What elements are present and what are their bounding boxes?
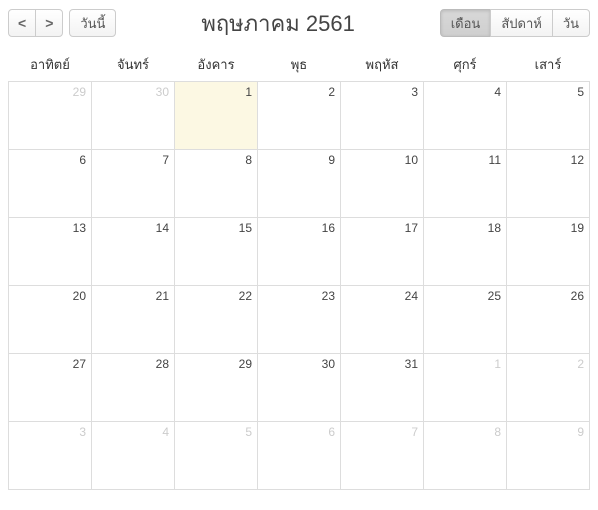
calendar-week: 3456789 xyxy=(9,422,590,490)
day-header: จันทร์ xyxy=(92,48,175,82)
calendar-day[interactable]: 11 xyxy=(424,150,507,218)
calendar-day[interactable]: 22 xyxy=(175,286,258,354)
day-header: เสาร์ xyxy=(507,48,590,82)
calendar-day[interactable]: 13 xyxy=(9,218,92,286)
calendar-day[interactable]: 1 xyxy=(175,82,258,150)
calendar-day[interactable]: 2 xyxy=(258,82,341,150)
calendar-day[interactable]: 5 xyxy=(175,422,258,490)
calendar-day[interactable]: 5 xyxy=(507,82,590,150)
calendar-day[interactable]: 9 xyxy=(507,422,590,490)
calendar-week: 20212223242526 xyxy=(9,286,590,354)
calendar-day[interactable]: 9 xyxy=(258,150,341,218)
calendar-day[interactable]: 7 xyxy=(92,150,175,218)
calendar-day[interactable]: 12 xyxy=(507,150,590,218)
calendar-day[interactable]: 24 xyxy=(341,286,424,354)
calendar-day[interactable]: 31 xyxy=(341,354,424,422)
calendar-day[interactable]: 4 xyxy=(92,422,175,490)
calendar-day[interactable]: 27 xyxy=(9,354,92,422)
calendar-day[interactable]: 21 xyxy=(92,286,175,354)
calendar-day[interactable]: 4 xyxy=(424,82,507,150)
calendar-week: 6789101112 xyxy=(9,150,590,218)
day-header: พฤหัส xyxy=(341,48,424,82)
calendar-day[interactable]: 29 xyxy=(9,82,92,150)
calendar-day[interactable]: 23 xyxy=(258,286,341,354)
prev-button[interactable]: < xyxy=(8,9,36,37)
calendar-day[interactable]: 16 xyxy=(258,218,341,286)
calendar-title: พฤษภาคม 2561 xyxy=(116,6,439,41)
calendar-day[interactable]: 15 xyxy=(175,218,258,286)
calendar-day[interactable]: 6 xyxy=(9,150,92,218)
calendar-day[interactable]: 3 xyxy=(341,82,424,150)
view-week-button[interactable]: สัปดาห์ xyxy=(490,9,553,37)
calendar-toolbar: < > วันนี้ พฤษภาคม 2561 เดือน สัปดาห์ วั… xyxy=(8,8,590,38)
calendar-week: 293012345 xyxy=(9,82,590,150)
calendar-week: 13141516171819 xyxy=(9,218,590,286)
view-day-button[interactable]: วัน xyxy=(552,9,590,37)
view-buttons: เดือน สัปดาห์ วัน xyxy=(440,9,590,37)
calendar-day[interactable]: 8 xyxy=(175,150,258,218)
view-month-button[interactable]: เดือน xyxy=(440,9,492,37)
day-header: ศุกร์ xyxy=(424,48,507,82)
calendar-day[interactable]: 25 xyxy=(424,286,507,354)
calendar-day[interactable]: 20 xyxy=(9,286,92,354)
calendar-day[interactable]: 2 xyxy=(507,354,590,422)
nav-buttons: < > xyxy=(8,9,63,37)
day-header: พุธ xyxy=(258,48,341,82)
calendar-week: 272829303112 xyxy=(9,354,590,422)
calendar-day[interactable]: 14 xyxy=(92,218,175,286)
calendar-day[interactable]: 18 xyxy=(424,218,507,286)
calendar-day[interactable]: 3 xyxy=(9,422,92,490)
today-button[interactable]: วันนี้ xyxy=(69,9,116,37)
next-button[interactable]: > xyxy=(35,9,63,37)
day-header: อาทิตย์ xyxy=(9,48,92,82)
calendar-day[interactable]: 10 xyxy=(341,150,424,218)
calendar-day[interactable]: 1 xyxy=(424,354,507,422)
calendar-day[interactable]: 30 xyxy=(92,82,175,150)
calendar-day[interactable]: 29 xyxy=(175,354,258,422)
calendar-day[interactable]: 28 xyxy=(92,354,175,422)
calendar-day[interactable]: 19 xyxy=(507,218,590,286)
day-header: อังคาร xyxy=(175,48,258,82)
calendar-day[interactable]: 8 xyxy=(424,422,507,490)
calendar-day[interactable]: 7 xyxy=(341,422,424,490)
calendar-day[interactable]: 6 xyxy=(258,422,341,490)
calendar-day[interactable]: 26 xyxy=(507,286,590,354)
calendar-day[interactable]: 17 xyxy=(341,218,424,286)
calendar-day[interactable]: 30 xyxy=(258,354,341,422)
calendar-grid: อาทิตย์จันทร์อังคารพุธพฤหัสศุกร์เสาร์ 29… xyxy=(8,48,590,490)
